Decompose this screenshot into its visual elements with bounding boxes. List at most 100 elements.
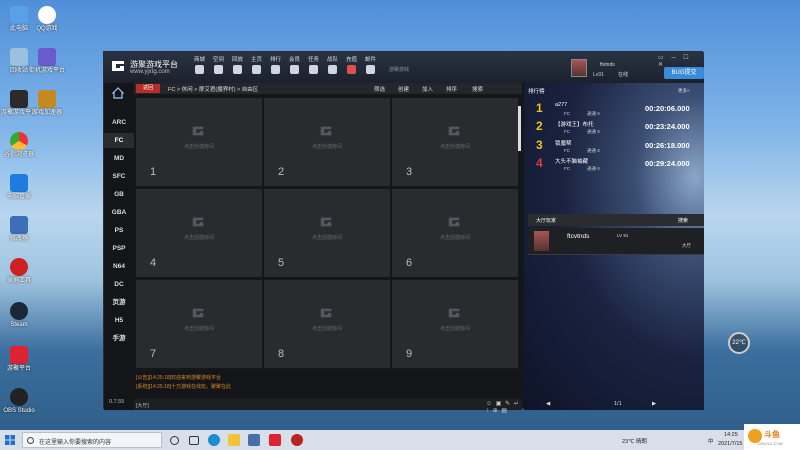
room-slot-2[interactable]: 点击创建房间 2 [264, 98, 390, 186]
nav-mall[interactable]: 商城 [190, 55, 209, 74]
rank-platform: FC [564, 111, 570, 116]
sidebar-item-ps[interactable]: PS [104, 223, 134, 238]
douyu-watermark: 斗鱼 DOUYU.COM [744, 424, 800, 450]
nav-ranking[interactable]: 排行 [266, 55, 285, 74]
sidebar-item-arc[interactable]: ARC [104, 115, 134, 130]
sidebar-item-dc[interactable]: DC [104, 277, 134, 292]
sidebar-item-gb[interactable]: GB [104, 187, 134, 202]
chat-toolbar[interactable]: ☺ ▣ ✎ ↵ ↑ ⊕ ▤ [486, 400, 522, 414]
desktop-icon-youju[interactable]: 游聚平台 [0, 346, 38, 373]
file-explorer-icon[interactable] [228, 434, 240, 446]
platform-logo-icon [320, 217, 332, 227]
ranking-row[interactable]: 4 大头不脑袖藏 FC 通通 8 00:29:24.000 [528, 155, 704, 175]
desktop-icon-steam[interactable]: Steam [0, 302, 38, 329]
chat-channel[interactable]: [大厅] [136, 402, 149, 409]
user-status[interactable]: 在线 [618, 71, 628, 78]
computer-icon [10, 6, 28, 24]
edge-icon[interactable] [208, 434, 220, 446]
nav-task[interactable]: 任务 [304, 55, 323, 74]
user-name: ftvtnds [600, 62, 615, 68]
windows-start-icon[interactable] [5, 435, 15, 445]
window-controls[interactable]: ▭ ─ ☐ ✕ [658, 54, 702, 68]
tray-date[interactable]: 2021/7/15 [718, 441, 742, 447]
room-slot-6[interactable]: 点击创建房间 6 [392, 189, 518, 277]
platform-logo-icon [448, 308, 460, 318]
task-view-icon[interactable] [189, 436, 199, 445]
sidebar-item-web-games[interactable]: 页游 [104, 295, 134, 310]
rank-mode: 通通 8 [587, 111, 600, 116]
recorder-taskbar-icon[interactable] [291, 434, 303, 446]
nav-label: 邮件 [364, 57, 376, 63]
ranking-row[interactable]: 3 锁魔帮 FC 通通 8 00:26:18.000 [528, 137, 704, 157]
youju-taskbar-icon[interactable] [269, 434, 281, 446]
ranking-row[interactable]: 2 【游戏王】布托 FC 通通 8 00:23:24.000 [528, 118, 704, 138]
create-button[interactable]: 创建 [398, 85, 409, 93]
desktop-icon-qq-game[interactable]: QQ游戏 [28, 6, 66, 33]
breadcrumb-path[interactable]: FC > 休闲 > 摩艾君(魔界村) > 自由区 [168, 85, 258, 93]
room-scrollbar[interactable] [518, 106, 521, 151]
sidebar-item-psp[interactable]: PSP [104, 241, 134, 256]
desktop-icon-label: 游戏加速器 [31, 110, 62, 116]
tray-weather[interactable]: 23℃ 晴朗 [622, 437, 647, 445]
weather-widget[interactable]: 22℃ [728, 332, 750, 354]
sidebar-item-sfc[interactable]: SFC [104, 169, 134, 184]
taskbar: 在这里输入你要搜索的内容 23℃ 晴朗 中 14:25 2021/7/15 [0, 430, 800, 450]
home-icon[interactable] [112, 87, 124, 99]
nav-replay[interactable]: 回放 [228, 55, 247, 74]
tray-time[interactable]: 14:25 [724, 432, 738, 438]
nav-home[interactable]: 主页 [247, 55, 266, 74]
replay-icon [233, 65, 242, 74]
room-slot-5[interactable]: 点击创建房间 5 [264, 189, 390, 277]
desktop-icon-accelerator[interactable]: 游戏加速器 [28, 90, 66, 117]
sidebar-item-gba[interactable]: GBA [104, 205, 134, 220]
filter-button[interactable]: 筛选 [374, 85, 385, 93]
prev-page-icon[interactable]: ◀ [546, 401, 550, 407]
cortana-icon[interactable] [170, 436, 179, 445]
room-slot-8[interactable]: 点击创建房间 8 [264, 280, 390, 368]
desktop-icon-trainer[interactable]: 修改器 [0, 216, 38, 243]
platform-logo-icon [192, 126, 204, 136]
accelerator-icon [38, 90, 56, 108]
taskbar-search-input[interactable]: 在这里输入你要搜索的内容 [22, 432, 162, 448]
room-slot-7[interactable]: 点击创建房间 7 [136, 280, 262, 368]
steam-icon [10, 302, 28, 320]
nav-label: 任务 [307, 57, 319, 63]
nav-space[interactable]: 空间 [209, 55, 228, 74]
hall-player-row[interactable]: ftcvtnds LV 91 大厅 [528, 228, 704, 255]
room-slot-9[interactable]: 点击创建房间 9 [392, 280, 518, 368]
nav-recharge[interactable]: 充值 [342, 55, 361, 74]
desktop-icon-chrome[interactable]: 谷歌浏览器 [0, 132, 38, 159]
nav-mail[interactable]: 邮件 [361, 55, 380, 74]
room-slot-3[interactable]: 点击创建房间 3 [392, 98, 518, 186]
ranking-row[interactable]: 1 a277 FC 通通 8 00:20:06.000 [528, 100, 704, 120]
sidebar-item-n64[interactable]: N64 [104, 259, 134, 274]
back-tab[interactable]: 返回 [136, 84, 160, 93]
tray-input-language[interactable]: 中 [708, 437, 714, 445]
desktop-icon-obs[interactable]: OBS Studio [0, 388, 38, 415]
nav-member[interactable]: 会员 [285, 55, 304, 74]
desktop-icon-arcade[interactable]: 街机游戏平台 [28, 48, 66, 75]
bug-report-button[interactable]: BUG提交 [664, 67, 704, 79]
sidebar-item-md[interactable]: MD [104, 151, 134, 166]
room-number: 3 [406, 166, 413, 178]
next-page-icon[interactable]: ▶ [652, 401, 656, 407]
join-button[interactable]: 加入 [422, 85, 433, 93]
store-icon[interactable] [248, 434, 260, 446]
desktop-icon-pc-manager[interactable]: 电脑管家 [0, 174, 38, 201]
room-slot-4[interactable]: 点击创建房间 4 [136, 189, 262, 277]
ranking-more-link[interactable]: 更多> [678, 88, 690, 94]
sidebar-item-h5[interactable]: H5 [104, 313, 134, 328]
avatar[interactable] [571, 59, 587, 77]
ranking-icon [271, 65, 280, 74]
desktop-icon-recorder[interactable]: 录屏工具 [0, 258, 38, 285]
hall-search-button[interactable]: 搜索 [678, 217, 688, 224]
sidebar-item-mobile-games[interactable]: 手游 [104, 331, 134, 346]
nav-team[interactable]: 战队 [323, 55, 342, 74]
search-button[interactable]: 搜索 [472, 85, 483, 93]
platform-logo-icon [320, 126, 332, 136]
sort-button[interactable]: 排序 [446, 85, 457, 93]
sidebar-item-fc[interactable]: FC [104, 133, 134, 148]
nav-label: 主页 [250, 57, 262, 63]
room-slot-1[interactable]: 点击创建房间 1 [136, 98, 262, 186]
chat-input[interactable]: [大厅] ☺ ▣ ✎ ↵ ↑ ⊕ ▤ [134, 399, 522, 414]
